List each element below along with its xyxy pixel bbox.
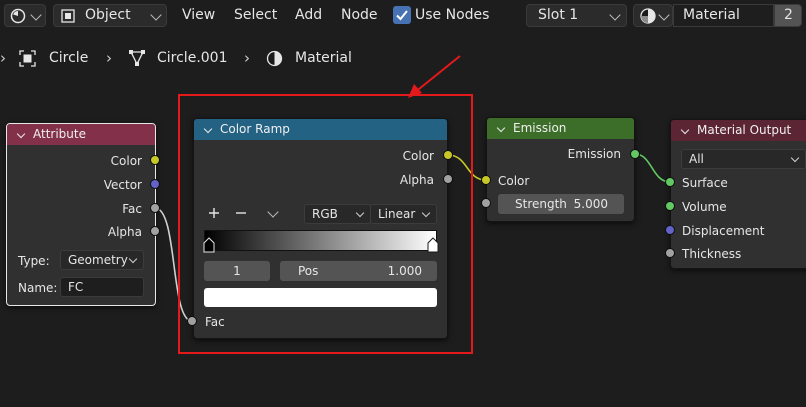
output-alpha-label: Alpha bbox=[107, 225, 142, 239]
socket-output-surface[interactable] bbox=[665, 177, 675, 187]
output-vector-label: Vector bbox=[103, 178, 142, 192]
input-volume-label: Volume bbox=[682, 200, 727, 214]
type-label: Type: bbox=[18, 254, 50, 268]
collapse-icon[interactable] bbox=[496, 123, 506, 133]
type-value: Geometry bbox=[68, 253, 128, 267]
annotation-highlight-box bbox=[178, 94, 473, 354]
target-dropdown[interactable]: All bbox=[681, 149, 806, 169]
link-emission-to-surface bbox=[634, 153, 671, 183]
attribute-node[interactable]: Attribute Color Vector Fac Alpha Type: G… bbox=[6, 123, 156, 306]
collapse-icon[interactable] bbox=[680, 125, 690, 135]
output-fac-label: Fac bbox=[122, 202, 142, 216]
socket-attr-vector[interactable] bbox=[150, 179, 160, 189]
emission-node-header[interactable]: Emission bbox=[487, 118, 634, 139]
socket-output-displacement[interactable] bbox=[665, 225, 675, 235]
arrow-annotation bbox=[408, 55, 461, 98]
socket-output-thickness[interactable] bbox=[665, 248, 675, 258]
name-input[interactable]: FC bbox=[60, 277, 144, 297]
material-output-node-header[interactable]: Material Output bbox=[671, 120, 806, 141]
strength-value: 5.000 bbox=[573, 197, 608, 211]
socket-attr-alpha[interactable] bbox=[150, 226, 160, 236]
emission-node[interactable]: Emission Emission Color Strength 5.000 bbox=[486, 117, 635, 222]
material-output-node-title: Material Output bbox=[697, 123, 792, 137]
input-color-label: Color bbox=[498, 174, 530, 188]
emission-node-title: Emission bbox=[513, 121, 567, 135]
material-output-node[interactable]: Material Output All Surface Volume Displ… bbox=[670, 119, 806, 269]
input-surface-label: Surface bbox=[682, 176, 728, 190]
chevron-down-icon bbox=[790, 153, 800, 163]
socket-emission-out[interactable] bbox=[630, 149, 640, 159]
type-dropdown[interactable]: Geometry bbox=[60, 250, 144, 270]
attribute-node-header[interactable]: Attribute bbox=[7, 124, 155, 145]
output-emission-label: Emission bbox=[567, 147, 621, 161]
chevron-down-icon bbox=[128, 254, 138, 264]
target-value: All bbox=[689, 152, 704, 166]
collapse-icon[interactable] bbox=[16, 129, 26, 139]
name-value: FC bbox=[68, 280, 84, 294]
input-displacement-label: Displacement bbox=[682, 224, 765, 238]
attribute-node-title: Attribute bbox=[33, 127, 86, 141]
strength-field[interactable]: Strength 5.000 bbox=[498, 194, 624, 214]
input-thickness-label: Thickness bbox=[682, 247, 742, 261]
socket-emission-strength-in[interactable] bbox=[481, 198, 491, 208]
socket-attr-fac[interactable] bbox=[150, 203, 160, 213]
name-label: Name: bbox=[18, 281, 58, 295]
socket-attr-color[interactable] bbox=[150, 155, 160, 165]
socket-emission-color-in[interactable] bbox=[481, 175, 491, 185]
socket-output-volume[interactable] bbox=[665, 201, 675, 211]
strength-label: Strength bbox=[515, 197, 567, 211]
output-color-label: Color bbox=[110, 154, 142, 168]
